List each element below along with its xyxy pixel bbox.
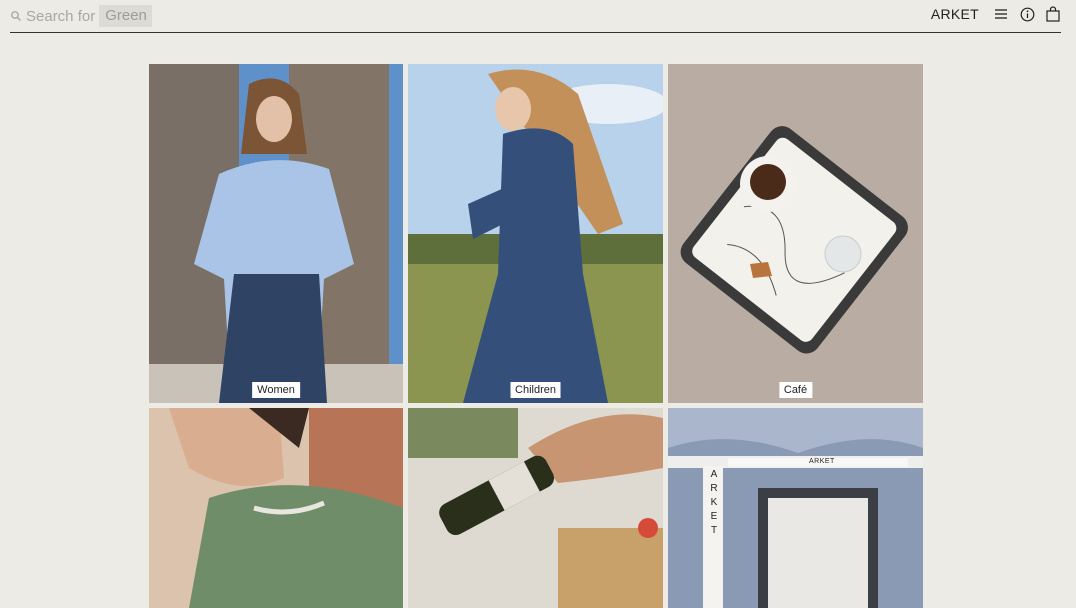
cafe-image <box>668 64 923 403</box>
home-image <box>408 408 663 608</box>
category-tile-children[interactable]: Children <box>408 64 663 403</box>
shopping-bag-button[interactable] <box>1045 6 1061 22</box>
search-icon <box>11 11 21 21</box>
search-prefix: Search for <box>26 7 96 25</box>
menu-icon <box>995 9 1007 19</box>
category-label[interactable]: Children <box>510 382 561 398</box>
category-label[interactable]: Café <box>778 382 813 398</box>
header-actions: ARKET <box>931 6 1061 22</box>
men-image <box>149 408 403 608</box>
info-button[interactable] <box>1019 6 1035 22</box>
search-input[interactable] <box>99 5 153 27</box>
category-tile-stores[interactable]: ARKET ARKET <box>668 408 923 608</box>
category-label[interactable]: Women <box>252 382 300 398</box>
storefront-vertical-sign: ARKET <box>710 469 718 536</box>
menu-button[interactable] <box>993 6 1009 22</box>
shopping-bag-icon <box>1046 6 1060 22</box>
children-image <box>408 64 663 403</box>
search-bar[interactable]: Search for <box>10 5 153 27</box>
storefront-sign: ARKET <box>809 458 835 465</box>
category-tile-men[interactable] <box>149 408 403 608</box>
storefront-image <box>668 408 923 608</box>
brand-logo[interactable]: ARKET <box>931 6 979 22</box>
top-bar: Search for ARKET <box>10 0 1061 33</box>
category-tile-women[interactable]: Women <box>149 64 403 403</box>
info-icon <box>1020 7 1034 21</box>
category-tile-cafe[interactable]: Café <box>668 64 923 403</box>
women-image <box>149 64 403 403</box>
category-tile-home[interactable] <box>408 408 663 608</box>
